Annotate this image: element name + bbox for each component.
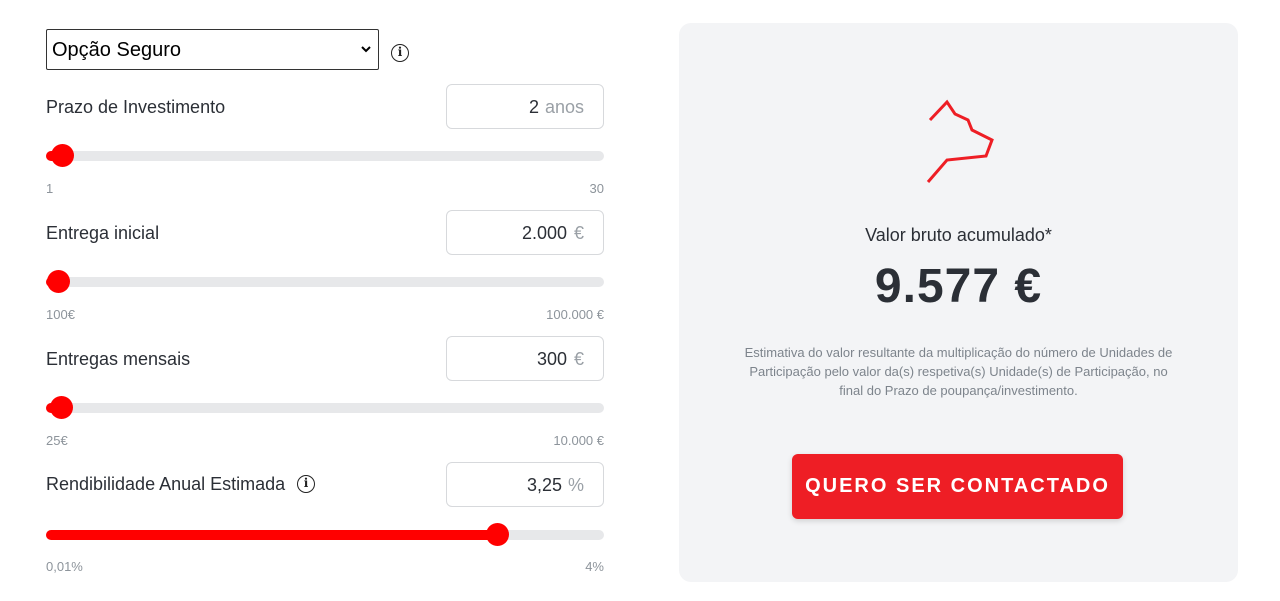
result-disclaimer: Estimativa do valor resultante da multip… (744, 345, 1173, 398)
label-initial-deposit: Entrega inicial (46, 223, 160, 243)
min-initial-deposit: 100€ (46, 307, 75, 322)
slider-fill (46, 530, 498, 540)
result-value: 9.577 € (874, 260, 1043, 313)
result-label: Valor bruto acumulado* (865, 225, 1052, 245)
input-monthly-deposits[interactable]: 300 € (446, 336, 604, 381)
max-monthly-deposits: 10.000 € (553, 433, 604, 448)
min-monthly-deposits: 25€ (46, 433, 68, 448)
insurance-option-value: Opção Seguro (52, 39, 181, 61)
slider-thumb[interactable] (51, 144, 75, 167)
min-investment-term: 1 (46, 181, 54, 196)
chevron-down-icon (361, 46, 371, 53)
slider-initial-deposit[interactable] (46, 270, 604, 293)
label-monthly-deposits: Entregas mensais (46, 349, 191, 369)
input-annual-return[interactable]: 3,25 % (446, 462, 604, 507)
max-annual-return: 4% (585, 559, 604, 574)
value-investment-term: 2 (528, 97, 539, 117)
input-initial-deposit[interactable]: 2.000 € (446, 210, 604, 255)
slider-monthly-deposits[interactable] (46, 396, 604, 419)
slider-investment-term[interactable] (46, 144, 604, 167)
unit-annual-return: % (567, 475, 584, 495)
value-initial-deposit: 2.000 (521, 223, 567, 243)
unit-initial-deposit: € (573, 223, 584, 243)
max-initial-deposit: 100.000 € (546, 307, 604, 322)
value-monthly-deposits: 300 (536, 349, 567, 369)
slider-annual-return[interactable] (46, 523, 604, 546)
slider-thumb[interactable] (50, 396, 74, 419)
slider-thumb[interactable] (47, 270, 70, 293)
input-investment-term[interactable]: 2 anos (446, 84, 604, 129)
insurance-option-select[interactable]: Opção Seguro (46, 29, 379, 70)
info-icon[interactable]: i (297, 475, 315, 493)
result-panel: Valor bruto acumulado* 9.577 € Estimativ… (679, 23, 1238, 582)
slider-thumb[interactable] (486, 523, 510, 546)
info-icon[interactable]: i (391, 44, 409, 62)
brand-mark-icon (926, 99, 994, 183)
unit-investment-term: anos (544, 97, 584, 117)
label-investment-term: Prazo de Investimento (46, 97, 226, 117)
label-annual-return: Rendibilidade Anual Estimada (46, 474, 286, 494)
unit-monthly-deposits: € (573, 349, 584, 369)
value-annual-return: 3,25 (526, 475, 562, 495)
min-annual-return: 0,01% (46, 559, 83, 574)
max-investment-term: 30 (589, 181, 604, 196)
contact-me-button[interactable]: QUERO SER CONTACTADO (792, 454, 1123, 519)
